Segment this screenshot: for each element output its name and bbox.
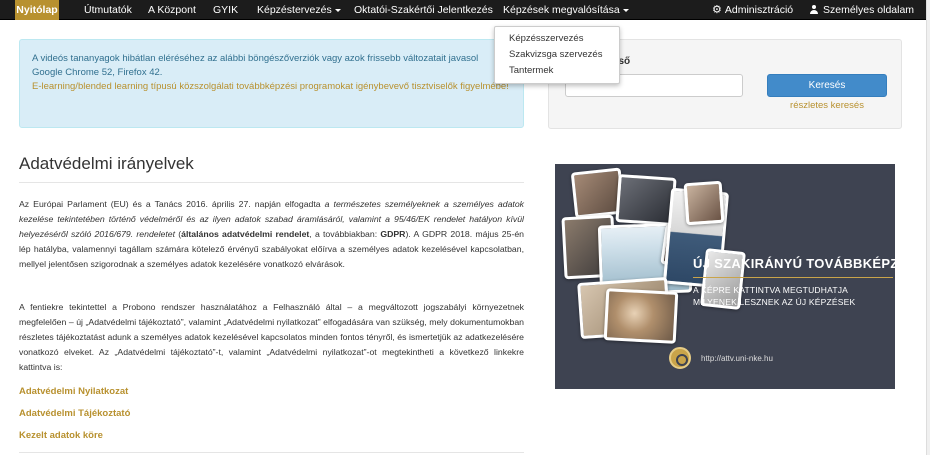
page-scrollbar[interactable] — [926, 0, 930, 455]
privacy-statement-link[interactable]: Adatvédelmi Nyilatkozat — [19, 386, 128, 397]
gear-icon: ⚙ — [712, 4, 722, 16]
caret-down-icon — [334, 8, 341, 12]
processed-data-link[interactable]: Kezelt adatok köre — [19, 430, 103, 441]
gdpr-text-1: Az Európai Parlament (EU) és a Tanács 20… — [19, 199, 325, 209]
banner-photo — [603, 288, 679, 344]
nav-item-faq[interactable]: GYIK — [213, 0, 238, 20]
gdpr-abbrev: GDPR — [380, 229, 406, 239]
nav-item-home[interactable]: Nyitólap — [15, 0, 59, 20]
probono-paragraph: A fentiekre tekintettel a Probono rendsz… — [19, 302, 524, 372]
nav-item-faq-label: GYIK — [213, 4, 239, 16]
gdpr-text-3: , a továbbiakban: — [309, 229, 381, 239]
nav-item-training-delivery-label: Képzések megvalósítása — [503, 4, 620, 16]
nav-item-guides-label: Útmutatók — [84, 4, 132, 16]
title-divider — [19, 182, 524, 183]
gdpr-paragraph: Az Európai Parlament (EU) és a Tanács 20… — [19, 197, 524, 272]
nav-item-profile-label: Személyes oldalam — [823, 4, 915, 16]
info-alert: A videós tananyagok hibátlan eléréséhez … — [19, 39, 524, 128]
caret-down-icon — [622, 8, 629, 12]
nav-item-instructor-application-label: Oktatói-Szakértői Jelentkezés — [354, 4, 493, 16]
privacy-notice-link[interactable]: Adatvédelmi Tájékoztató — [19, 408, 130, 419]
banner-subtitle-1: A KÉPRE KATTINTVA MEGTUDHATJA — [693, 285, 849, 295]
university-logo-icon — [669, 347, 691, 369]
user-icon — [810, 5, 818, 14]
banner-heading: ÚJ SZAKIRÁNYÚ TOVÁBBKÉPZÉS — [693, 256, 895, 271]
nav-item-home-label: Nyitólap — [16, 4, 58, 16]
nav-item-admin-label: Adminisztráció — [724, 4, 794, 16]
banner-divider — [693, 277, 893, 278]
nav-item-instructor-application[interactable]: Oktatói-Szakértői Jelentkezés — [354, 0, 493, 20]
banner-photo — [615, 174, 677, 226]
dropdown-item-classrooms[interactable]: Tantermek — [495, 63, 619, 79]
nav-item-profile[interactable]: Személyes oldalam — [810, 0, 914, 20]
banner-subtitle-2: MILYENEK LESZNEK AZ ÚJ KÉPZÉSEK — [693, 297, 856, 307]
nav-item-admin[interactable]: ⚙ Adminisztráció — [712, 0, 793, 20]
nav-item-center[interactable]: A Központ — [148, 0, 196, 20]
nav-item-guides[interactable]: Útmutatók — [84, 0, 132, 20]
training-banner[interactable]: ÚJ SZAKIRÁNYÚ TOVÁBBKÉPZÉS A KÉPRE KATTI… — [555, 164, 895, 389]
dropdown-item-exam-organization[interactable]: Szakvizsga szervezés — [495, 47, 619, 63]
elearning-notice-link[interactable]: E-learning/blended learning típusú közsz… — [32, 80, 511, 94]
info-browser-text: A videós tananyagok hibátlan eléréséhez … — [32, 53, 479, 64]
nav-item-training-planning-label: Képzéstervezés — [257, 4, 332, 16]
page-title: Adatvédelmi irányelvek — [19, 154, 194, 173]
info-browser-versions: Google Chrome 52, Firefox 42. — [32, 67, 163, 78]
advanced-search-link[interactable]: részletes keresés — [767, 100, 887, 111]
nav-item-training-planning[interactable]: Képzéstervezés — [257, 0, 341, 20]
training-delivery-dropdown: Képzésszervezés Szakvizsga szervezés Tan… — [494, 26, 620, 84]
nav-item-center-label: A Központ — [148, 4, 196, 16]
bottom-divider — [19, 452, 524, 453]
search-button[interactable]: Keresés — [767, 74, 887, 97]
gdpr-regulation-short: általános adatvédelmi rendelet — [181, 229, 310, 239]
nav-item-training-delivery[interactable]: Képzések megvalósítása — [503, 0, 629, 20]
banner-url: http://attv.uni-nke.hu — [701, 354, 773, 363]
top-navbar: Nyitólap Útmutatók A Központ GYIK Képzés… — [0, 0, 930, 20]
banner-photo — [683, 180, 725, 226]
dropdown-item-training-organization[interactable]: Képzésszervezés — [495, 31, 619, 47]
